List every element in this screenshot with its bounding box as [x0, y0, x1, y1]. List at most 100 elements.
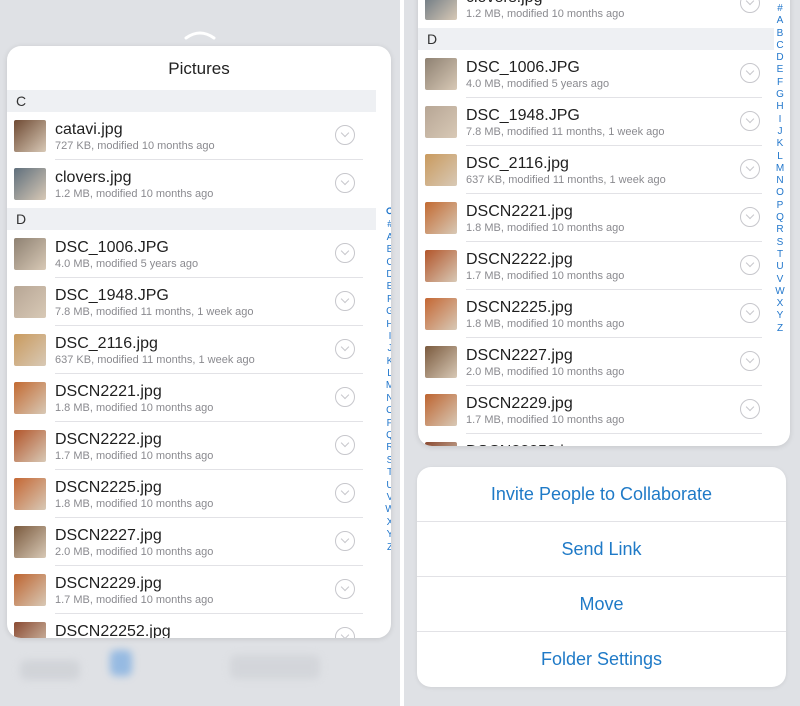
- index-letter[interactable]: E: [387, 281, 391, 293]
- index-letter[interactable]: K: [387, 356, 391, 368]
- index-letter[interactable]: W: [385, 504, 391, 516]
- file-row[interactable]: DSC_1006.JPG 4.0 MB, modified 5 years ago: [418, 50, 790, 98]
- index-letter[interactable]: L: [777, 151, 783, 163]
- select-checkmark-icon[interactable]: [335, 435, 355, 455]
- select-checkmark-icon[interactable]: [740, 255, 760, 275]
- index-letter[interactable]: I: [389, 331, 391, 343]
- index-letter[interactable]: K: [777, 138, 784, 150]
- file-row[interactable]: DSCN2222.jpg 1.7 MB, modified 10 months a…: [418, 242, 790, 290]
- index-letter[interactable]: A: [387, 232, 391, 244]
- select-checkmark-icon[interactable]: [740, 63, 760, 83]
- file-row[interactable]: clovers.jpg 1.2 MB, modified 10 months ag…: [7, 160, 391, 208]
- send-link-button[interactable]: Send Link: [417, 522, 786, 577]
- select-checkmark-icon[interactable]: [335, 243, 355, 263]
- select-checkmark-icon[interactable]: [335, 173, 355, 193]
- index-letter[interactable]: U: [776, 261, 783, 273]
- index-letter[interactable]: T: [387, 467, 391, 479]
- section-index-bar[interactable]: #ABCDEFGHIJKLMNOPQRSTUVWXYZ: [383, 207, 391, 554]
- index-letter[interactable]: P: [777, 200, 784, 212]
- file-row[interactable]: DSCN2229.jpg 1.7 MB, modified 10 months a…: [418, 386, 790, 434]
- select-checkmark-icon[interactable]: [335, 531, 355, 551]
- index-letter[interactable]: O: [386, 405, 391, 417]
- select-checkmark-icon[interactable]: [740, 159, 760, 179]
- select-checkmark-icon[interactable]: [740, 303, 760, 323]
- select-checkmark-icon[interactable]: [740, 399, 760, 419]
- index-letter[interactable]: N: [386, 393, 391, 405]
- select-checkmark-icon[interactable]: [740, 351, 760, 371]
- index-letter[interactable]: Y: [777, 310, 784, 322]
- index-letter[interactable]: #: [777, 3, 783, 15]
- index-letter[interactable]: M: [386, 380, 391, 392]
- index-letter[interactable]: F: [777, 77, 783, 89]
- index-letter[interactable]: E: [777, 64, 784, 76]
- index-letter[interactable]: B: [777, 28, 784, 40]
- index-letter[interactable]: R: [776, 224, 783, 236]
- select-checkmark-icon[interactable]: [335, 483, 355, 503]
- select-checkmark-icon[interactable]: [740, 207, 760, 227]
- index-letter[interactable]: Q: [776, 212, 784, 224]
- select-checkmark-icon[interactable]: [335, 387, 355, 407]
- index-letter[interactable]: M: [776, 163, 784, 175]
- file-row[interactable]: DSC_2116.jpg 637 KB, modified 11 months, …: [418, 146, 790, 194]
- file-row[interactable]: DSCN2222.jpg 1.7 MB, modified 10 months a…: [7, 422, 391, 470]
- select-checkmark-icon[interactable]: [335, 627, 355, 638]
- index-letter[interactable]: G: [386, 306, 391, 318]
- file-row[interactable]: DSC_1948.JPG 7.8 MB, modified 11 months, …: [7, 278, 391, 326]
- index-letter[interactable]: O: [776, 187, 784, 199]
- search-icon[interactable]: [385, 207, 391, 219]
- file-row[interactable]: DSCN2221.jpg 1.8 MB, modified 10 months a…: [418, 194, 790, 242]
- index-letter[interactable]: V: [777, 274, 784, 286]
- index-letter[interactable]: X: [777, 298, 784, 310]
- file-row[interactable]: DSC_1948.JPG 7.8 MB, modified 11 months, …: [418, 98, 790, 146]
- section-index-bar[interactable]: #ABCDEFGHIJKLMNOPQRSTUVWXYZ: [773, 3, 787, 335]
- select-checkmark-icon[interactable]: [335, 579, 355, 599]
- index-letter[interactable]: I: [779, 114, 782, 126]
- chevron-up-icon[interactable]: [184, 28, 216, 40]
- index-letter[interactable]: F: [387, 294, 391, 306]
- index-letter[interactable]: J: [778, 126, 783, 138]
- file-row[interactable]: DSCN2229.jpg 1.7 MB, modified 10 months a…: [7, 566, 391, 614]
- index-letter[interactable]: T: [777, 249, 783, 261]
- index-letter[interactable]: X: [387, 517, 391, 529]
- index-letter[interactable]: J: [388, 343, 392, 355]
- move-button[interactable]: Move: [417, 577, 786, 632]
- file-row[interactable]: DSCN2221.jpg 1.8 MB, modified 10 months a…: [7, 374, 391, 422]
- file-row[interactable]: DSCN2227.jpg 2.0 MB, modified 10 months a…: [418, 338, 790, 386]
- index-letter[interactable]: P: [387, 418, 391, 430]
- index-letter[interactable]: H: [386, 319, 391, 331]
- index-letter[interactable]: D: [386, 269, 391, 281]
- index-letter[interactable]: U: [386, 480, 391, 492]
- select-checkmark-icon[interactable]: [335, 125, 355, 145]
- file-row[interactable]: catavi.jpg 727 KB, modified 10 months ago: [7, 112, 391, 160]
- invite-collaborate-button[interactable]: Invite People to Collaborate: [417, 467, 786, 522]
- index-letter[interactable]: Q: [386, 430, 391, 442]
- file-row[interactable]: DSCN2227.jpg 2.0 MB, modified 10 months a…: [7, 518, 391, 566]
- index-letter[interactable]: Z: [387, 542, 391, 554]
- file-row[interactable]: DSCN22252.jpg: [7, 614, 391, 638]
- index-letter[interactable]: V: [387, 492, 391, 504]
- index-letter[interactable]: C: [776, 40, 783, 52]
- file-row[interactable]: DSC_2116.jpg 637 KB, modified 11 months, …: [7, 326, 391, 374]
- index-letter[interactable]: S: [777, 237, 784, 249]
- index-letter[interactable]: D: [776, 52, 783, 64]
- index-letter[interactable]: A: [777, 15, 784, 27]
- index-letter[interactable]: G: [776, 89, 784, 101]
- index-letter[interactable]: H: [776, 101, 783, 113]
- index-letter[interactable]: C: [386, 257, 391, 269]
- index-letter[interactable]: Y: [387, 529, 391, 541]
- folder-settings-button[interactable]: Folder Settings: [417, 632, 786, 687]
- index-letter[interactable]: L: [387, 368, 391, 380]
- file-row[interactable]: DSCN22252.jpg: [418, 434, 790, 446]
- index-letter[interactable]: N: [776, 175, 783, 187]
- index-letter[interactable]: R: [386, 442, 391, 454]
- select-checkmark-icon[interactable]: [740, 0, 760, 13]
- select-checkmark-icon[interactable]: [335, 291, 355, 311]
- select-checkmark-icon[interactable]: [335, 339, 355, 359]
- index-letter[interactable]: S: [387, 455, 391, 467]
- file-row[interactable]: DSCN2225.jpg 1.8 MB, modified 10 months a…: [7, 470, 391, 518]
- file-row[interactable]: DSC_1006.JPG 4.0 MB, modified 5 years ago: [7, 230, 391, 278]
- index-letter[interactable]: B: [387, 244, 391, 256]
- index-letter[interactable]: Z: [777, 323, 783, 335]
- select-checkmark-icon[interactable]: [740, 111, 760, 131]
- file-row[interactable]: DSCN2225.jpg 1.8 MB, modified 10 months a…: [418, 290, 790, 338]
